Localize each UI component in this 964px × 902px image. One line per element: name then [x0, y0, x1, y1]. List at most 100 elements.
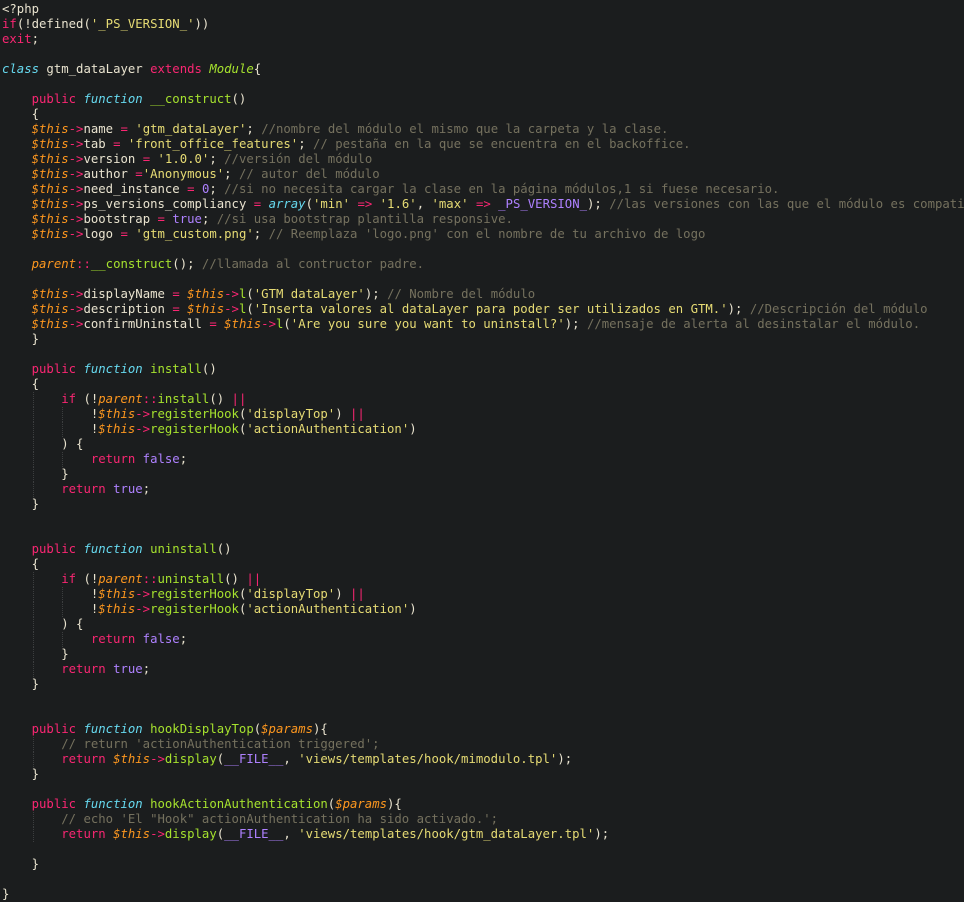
code-token: return — [90, 452, 136, 466]
code-line: $this->bootstrap = true; //si usa bootst… — [2, 212, 964, 227]
code-line: if (!parent::uninstall() || — [2, 572, 964, 587]
code-token: // echo 'El "Hook" actionAuthentication … — [61, 812, 499, 826]
code-token: $this — [31, 302, 69, 316]
code-token: gtm_dataLayer — [39, 62, 151, 76]
code-token: $this — [31, 197, 69, 211]
code-token: (! — [76, 392, 99, 406]
code-token: ; — [142, 482, 151, 496]
code-token: public — [31, 542, 77, 556]
code-token: extends — [150, 62, 202, 76]
code-line: $this->description = $this->l('Inserta v… — [2, 302, 964, 317]
code-token: false — [142, 452, 180, 466]
code-token: ; — [224, 167, 239, 181]
code-token: :: — [76, 257, 91, 271]
code-token: uninstall — [150, 542, 217, 556]
code-token: = — [187, 182, 195, 196]
code-token: ) — [409, 422, 417, 436]
code-line: } — [2, 467, 964, 482]
code-token: uninstall — [157, 572, 225, 586]
code-token: //si no necesita cargar la clase en la p… — [224, 182, 780, 196]
code-token: ( — [305, 197, 313, 211]
code-token: , — [416, 197, 432, 211]
code-token: '1.0.0' — [157, 152, 210, 166]
code-token: -> — [68, 167, 84, 181]
code-line: ) { — [2, 437, 964, 452]
code-line: public function __construct() — [2, 92, 964, 107]
code-editor[interactable]: <?php if(!defined('_PS_VERSION_')) exit; cl… — [0, 0, 964, 901]
code-token: display — [164, 827, 217, 841]
code-token: bootstrap — [83, 212, 158, 226]
code-line: $this->name = 'gtm_dataLayer'; //nombre … — [2, 122, 964, 137]
code-token: if — [2, 17, 17, 31]
code-token: // return 'actionAuthentication triggere… — [61, 737, 380, 751]
code-token: ) { — [2, 617, 84, 631]
code-line: { — [2, 377, 964, 392]
code-token: ! — [2, 602, 99, 616]
code-token: } — [2, 887, 10, 901]
code-line: return true; — [2, 662, 964, 677]
code-token: true — [113, 662, 143, 676]
code-token: :: — [142, 572, 158, 586]
code-token: )) — [194, 17, 210, 31]
code-line: <?php — [2, 2, 964, 17]
code-token: install — [157, 392, 210, 406]
code-token: = — [142, 152, 151, 166]
code-token: ; — [246, 122, 262, 136]
code-line: $this->need_instance = 0; //si no necesi… — [2, 182, 964, 197]
code-token: || — [231, 392, 247, 406]
code-token: $this — [31, 137, 69, 151]
code-token: 'views/templates/hook/gtm_dataLayer.tpl' — [298, 827, 595, 841]
code-token: // pestaña en la que se encuentra en el … — [313, 137, 691, 151]
code-line: return $this->display(__FILE__, 'views/t… — [2, 752, 964, 767]
code-token: (!defined( — [16, 17, 91, 31]
code-token: $this — [31, 287, 69, 301]
code-token: ; — [298, 137, 313, 151]
code-token: ; — [31, 32, 40, 46]
code-token: (! — [76, 572, 99, 586]
code-token: if — [61, 392, 77, 406]
code-line: // return 'actionAuthentication triggere… — [2, 737, 964, 752]
code-token: public — [31, 362, 77, 376]
code-token: class — [2, 62, 40, 76]
code-token: author — [83, 167, 136, 181]
code-token: ; — [179, 452, 188, 466]
code-token: () — [201, 362, 217, 376]
code-token: // autor del módulo — [238, 167, 380, 181]
code-token: true — [172, 212, 202, 226]
code-token: name — [83, 122, 121, 136]
code-token: 'min' — [313, 197, 351, 211]
code-token: ); — [557, 752, 573, 766]
code-token: ) { — [2, 437, 84, 451]
code-line: return false; — [2, 452, 964, 467]
code-token: ( — [246, 287, 254, 301]
code-token: = — [172, 287, 180, 301]
code-token: { — [2, 557, 40, 571]
code-token: return — [61, 827, 106, 841]
code-token: -> — [150, 752, 165, 766]
code-token: $params — [261, 722, 313, 736]
code-line: $this->ps_versions_compliancy = array('m… — [2, 197, 964, 212]
code-token: registerHook — [150, 602, 239, 616]
code-token: $params — [335, 797, 388, 811]
code-token: ); — [594, 827, 610, 841]
code-token: } — [2, 497, 40, 511]
